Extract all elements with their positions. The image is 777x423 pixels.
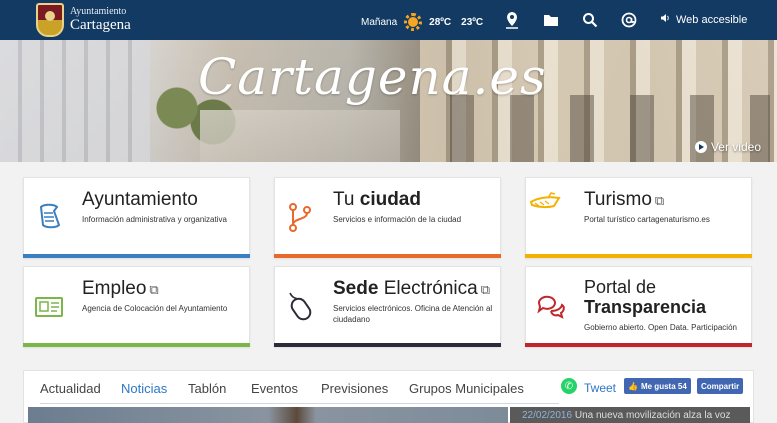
card-accent-bar	[274, 343, 501, 347]
chat-icon	[534, 289, 568, 323]
external-link-icon: ⧉	[149, 282, 159, 297]
coat-of-arms-icon	[36, 3, 64, 37]
card-desc: Información administrativa y organizativ…	[82, 215, 227, 224]
card-title: Ayuntamiento	[82, 189, 198, 210]
top-bar: Ayuntamiento Cartagena Mañana 28ºC 23ºC …	[0, 0, 777, 40]
external-link-icon: ⧉	[654, 193, 665, 208]
card-desc: Servicios electrónicos. Oficina de Atenc…	[333, 304, 493, 324]
tweet-label: Tweet	[584, 381, 617, 395]
facebook-like: 👍 Me gusta 54	[624, 378, 691, 394]
logo-line2: Cartagena	[70, 17, 131, 33]
site-logo[interactable]: Ayuntamiento Cartagena	[36, 3, 131, 37]
weather-widget: Mañana 28ºC 23ºC	[361, 12, 493, 32]
card-title: Empleo ⧉	[82, 278, 159, 300]
card-title-bold: ciudad	[359, 189, 421, 210]
card-title-pre: Tu	[333, 189, 360, 210]
temp-min: 23ºC	[461, 16, 484, 28]
tweet-button[interactable]: Tweet	[584, 381, 616, 395]
card-accent-bar	[274, 254, 501, 258]
card-ayuntamiento[interactable]: Ayuntamiento Información administrativa …	[23, 177, 250, 258]
branch-icon	[283, 200, 317, 234]
speaker-icon	[660, 13, 670, 26]
play-icon	[694, 141, 707, 153]
card-title-line1: Portal de	[584, 277, 657, 297]
card-title-text: Empleo	[82, 278, 147, 299]
whatsapp-share[interactable]: ✆	[561, 378, 577, 394]
card-desc: Agencia de Colocación del Ayuntamiento	[82, 304, 228, 313]
facebook-like-button[interactable]: 👍 Me gusta 54	[624, 378, 691, 394]
card-turismo[interactable]: Turismo ⧉ Portal turístico cartagenaturis…	[525, 177, 752, 258]
card-title: Turismo ⧉	[584, 189, 664, 211]
facebook-share-label: Compartir	[697, 378, 744, 394]
tab-actualidad[interactable]: Actualidad	[40, 381, 110, 404]
card-tu-ciudad[interactable]: Tu ciudad Servicios e información de la …	[274, 177, 501, 258]
card-desc: Portal turístico cartagenaturismo.es	[584, 215, 710, 224]
news-image[interactable]	[28, 407, 508, 423]
news-tabs-panel: Actualidad Noticias Tablón Eventos Previ…	[23, 370, 754, 423]
boat-icon	[528, 184, 562, 218]
temp-max: 28ºC	[429, 16, 452, 28]
ver-video-button[interactable]: Ver video	[694, 140, 761, 154]
hero-banner: Cartagena.es Ver video	[0, 40, 777, 162]
tab-grupos-municipales[interactable]: Grupos Municipales	[399, 381, 559, 404]
weather-label: Mañana	[361, 16, 398, 28]
at-icon[interactable]	[620, 11, 638, 29]
logo-line1: Ayuntamiento	[70, 6, 127, 17]
card-desc: Servicios e información de la ciudad	[333, 215, 462, 224]
ver-video-label: Ver video	[710, 140, 761, 154]
mouse-icon	[283, 289, 317, 323]
web-accessible-link[interactable]: Web accesible	[660, 13, 747, 26]
sun-icon	[403, 12, 423, 32]
search-icon[interactable]	[581, 11, 599, 29]
facebook-share-button[interactable]: Compartir	[697, 378, 744, 394]
hero-plaza	[200, 110, 400, 162]
tab-noticias[interactable]: Noticias	[110, 381, 178, 404]
card-accent-bar	[23, 254, 250, 258]
tab-previsiones[interactable]: Previsiones	[310, 381, 399, 404]
hero-script-title: Cartagena.es	[198, 48, 547, 106]
card-title: Tu ciudad	[333, 189, 421, 211]
card-title-post: Electrónica	[378, 278, 478, 299]
card-accent-bar	[525, 343, 752, 347]
whatsapp-icon: ✆	[561, 378, 577, 394]
card-accent-bar	[525, 254, 752, 258]
map-pin-icon[interactable]	[503, 11, 521, 29]
card-sede-electronica[interactable]: Sede Electrónica ⧉ Servicios electrónicos…	[274, 266, 501, 347]
hero-building-left	[0, 40, 150, 162]
external-link-icon: ⧉	[480, 282, 490, 297]
card-title-bold: Sede	[333, 278, 379, 299]
tab-eventos[interactable]: Eventos	[240, 381, 310, 404]
card-title: Sede Electrónica ⧉	[333, 278, 490, 300]
card-title-text: Turismo	[584, 189, 652, 210]
news-headline: Una nueva movilización alza la voz	[574, 410, 731, 421]
tab-tablon[interactable]: Tablón	[178, 381, 240, 404]
logo-text: Ayuntamiento Cartagena	[70, 7, 131, 33]
news-headline-bar[interactable]: 22/02/2016 Una nueva movilización alza l…	[510, 407, 750, 423]
folder-icon[interactable]	[542, 11, 560, 29]
card-title-line2: Transparencia	[584, 297, 707, 317]
document-icon	[32, 200, 66, 234]
card-accent-bar	[23, 343, 250, 347]
facebook-like-label: Me gusta 54	[640, 381, 687, 391]
web-accessible-label: Web accesible	[676, 13, 748, 26]
thumbs-up-icon: 👍	[628, 381, 638, 391]
card-desc: Gobierno abierto. Open Data. Participaci…	[584, 323, 737, 332]
card-empleo[interactable]: Empleo ⧉ Agencia de Colocación del Ayunta…	[23, 266, 250, 347]
card-title: Portal de Transparencia	[584, 277, 706, 317]
id-card-icon	[32, 289, 66, 323]
card-portal-transparencia[interactable]: Portal de Transparencia Gobierno abierto…	[525, 266, 752, 347]
news-date: 22/02/2016	[522, 410, 573, 421]
